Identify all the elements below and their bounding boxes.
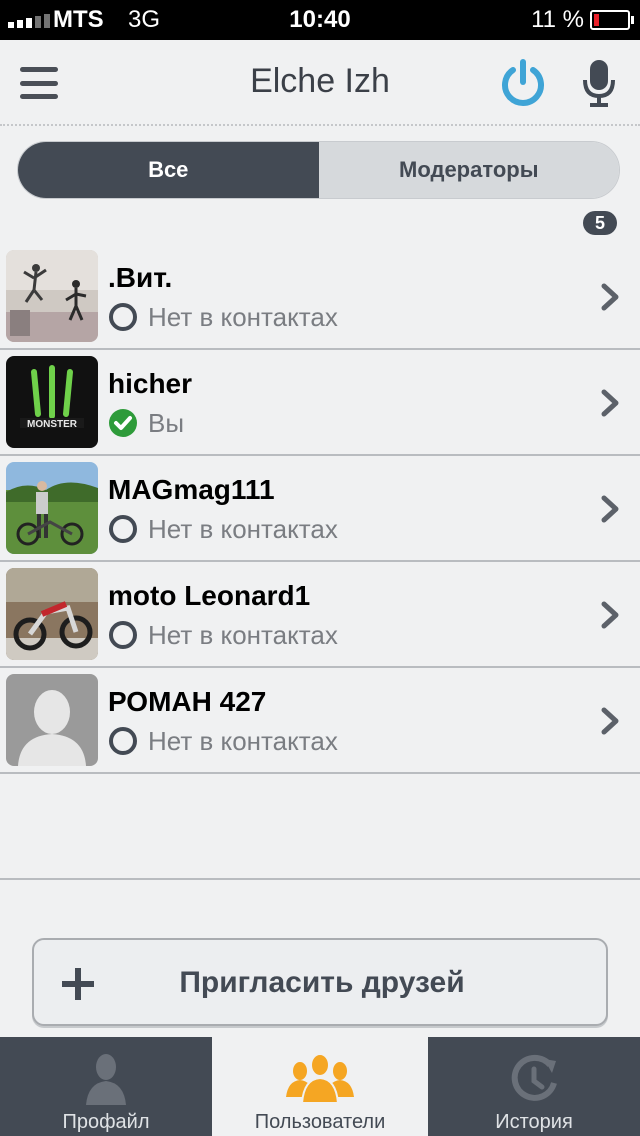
history-clock-icon — [511, 1054, 557, 1101]
invite-friends-label: Пригласить друзей — [179, 966, 465, 999]
chevron-right-icon — [601, 601, 619, 629]
user-count-badge: 5 — [583, 211, 617, 235]
status-text: Нет в контактах — [148, 301, 338, 332]
contact-status: Нет в контактах — [108, 514, 338, 544]
user-row[interactable]: moto Leonard1 Нет в контактах — [0, 562, 640, 668]
user-row[interactable]: MONSTER hicher Вы — [0, 350, 640, 456]
check-circle-icon — [109, 409, 137, 437]
status-text: Нет в контактах — [148, 725, 338, 756]
user-name: .Вит. — [108, 262, 173, 293]
status-text: Нет в контактах — [148, 619, 338, 650]
user-filter-segment: Все Модераторы — [17, 141, 620, 199]
status-bar: MTS 3G 10:40 11 % — [0, 0, 640, 40]
status-text: Вы — [148, 407, 185, 438]
chevron-right-icon — [601, 707, 619, 735]
svg-text:MONSTER: MONSTER — [27, 419, 78, 430]
user-name: MAGmag111 — [108, 474, 275, 505]
user-name: hicher — [108, 368, 193, 399]
battery-icon — [590, 10, 634, 30]
status-text: Нет в контактах — [148, 513, 338, 544]
invite-friends-button[interactable]: Пригласить друзей — [32, 938, 608, 1026]
microphone-icon[interactable] — [580, 58, 618, 108]
tab-label: Пользователи — [254, 1111, 386, 1133]
user-row[interactable]: РОМАН 427 Нет в контактах — [0, 668, 640, 774]
circle-outline-icon — [109, 727, 137, 755]
users-group-icon — [286, 1053, 354, 1104]
user-row[interactable]: .Вит. Нет в контактах — [0, 244, 640, 350]
chevron-right-icon — [601, 283, 619, 311]
tab-bar: Профайл Пользователи История — [0, 1037, 640, 1136]
list-divider — [0, 878, 640, 880]
user-name: РОМАН 427 — [108, 686, 267, 717]
user-list: .Вит. Нет в контактах MONSTER hicher Вы — [0, 244, 640, 774]
contact-status: Вы — [108, 408, 184, 438]
contact-status: Нет в контактах — [108, 302, 338, 332]
tab-users[interactable]: Пользователи — [212, 1037, 428, 1136]
avatar — [6, 250, 98, 342]
person-icon — [86, 1054, 126, 1105]
power-icon[interactable] — [498, 58, 548, 108]
tab-history[interactable]: История — [428, 1037, 640, 1136]
battery-percent: 11 % — [531, 6, 584, 33]
contact-status: Нет в контактах — [108, 726, 338, 756]
avatar — [6, 462, 98, 554]
circle-outline-icon — [109, 515, 137, 543]
circle-outline-icon — [109, 621, 137, 649]
chevron-right-icon — [601, 389, 619, 417]
tab-label: История — [495, 1111, 573, 1133]
tab-profile[interactable]: Профайл — [0, 1037, 212, 1136]
app-header: Elche Izh — [0, 40, 640, 126]
tab-label: Профайл — [62, 1111, 150, 1133]
avatar-placeholder — [6, 674, 98, 766]
avatar: MONSTER — [6, 356, 98, 448]
user-row[interactable]: MAGmag111 Нет в контактах — [0, 456, 640, 562]
contact-status: Нет в контактах — [108, 620, 338, 650]
segment-all[interactable]: Все — [18, 142, 319, 198]
avatar — [6, 568, 98, 660]
circle-outline-icon — [109, 303, 137, 331]
user-name: moto Leonard1 — [108, 580, 311, 611]
segment-moderators[interactable]: Модераторы — [318, 142, 619, 198]
chevron-right-icon — [601, 495, 619, 523]
